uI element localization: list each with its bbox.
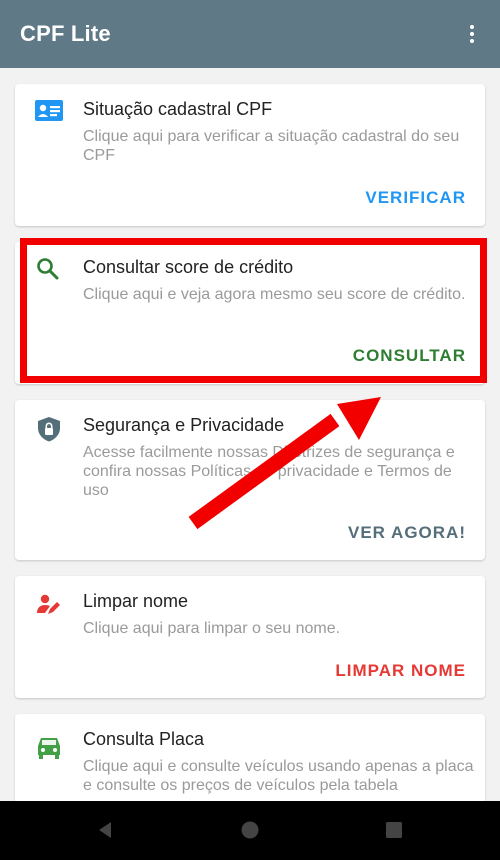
verify-button[interactable]: VERIFICAR	[365, 188, 466, 208]
shield-lock-icon	[38, 417, 60, 442]
card-title: Limpar nome	[83, 591, 189, 611]
person-edit-icon	[37, 594, 60, 614]
back-triangle-icon[interactable]	[94, 819, 116, 841]
system-nav-bar	[0, 801, 500, 860]
recents-square-icon[interactable]	[383, 819, 405, 841]
home-circle-icon[interactable]	[239, 819, 261, 841]
app-title: CPF Lite	[20, 21, 111, 46]
id-card-icon	[35, 100, 63, 121]
card-security-privacy[interactable]: Segurança e Privacidade Acesse facilment…	[15, 400, 485, 560]
view-now-button[interactable]: VER AGORA!	[348, 523, 466, 543]
app-bar: CPF Lite	[0, 0, 500, 68]
clean-name-button[interactable]: LIMPAR NOME	[335, 661, 466, 681]
card-title: Situação cadastral CPF	[83, 99, 273, 119]
card-cpf-status[interactable]: Situação cadastral CPF Clique aqui para …	[15, 84, 485, 226]
card-description: Clique aqui para verificar a situação ca…	[83, 128, 460, 164]
card-description: Clique aqui para limpar o seu nome.	[83, 620, 341, 637]
card-title: Segurança e Privacidade	[83, 415, 285, 435]
card-title: Consulta Placa	[83, 729, 205, 749]
card-description: Acesse facilmente nossas Diretrizes de s…	[83, 444, 455, 499]
car-icon	[38, 738, 60, 759]
highlight-box	[20, 238, 487, 383]
card-clean-name[interactable]: Limpar nome Clique aqui para limpar o se…	[15, 576, 485, 698]
card-description: Clique aqui e consulte veículos usando a…	[83, 758, 474, 794]
more-vert-icon[interactable]	[464, 22, 480, 46]
